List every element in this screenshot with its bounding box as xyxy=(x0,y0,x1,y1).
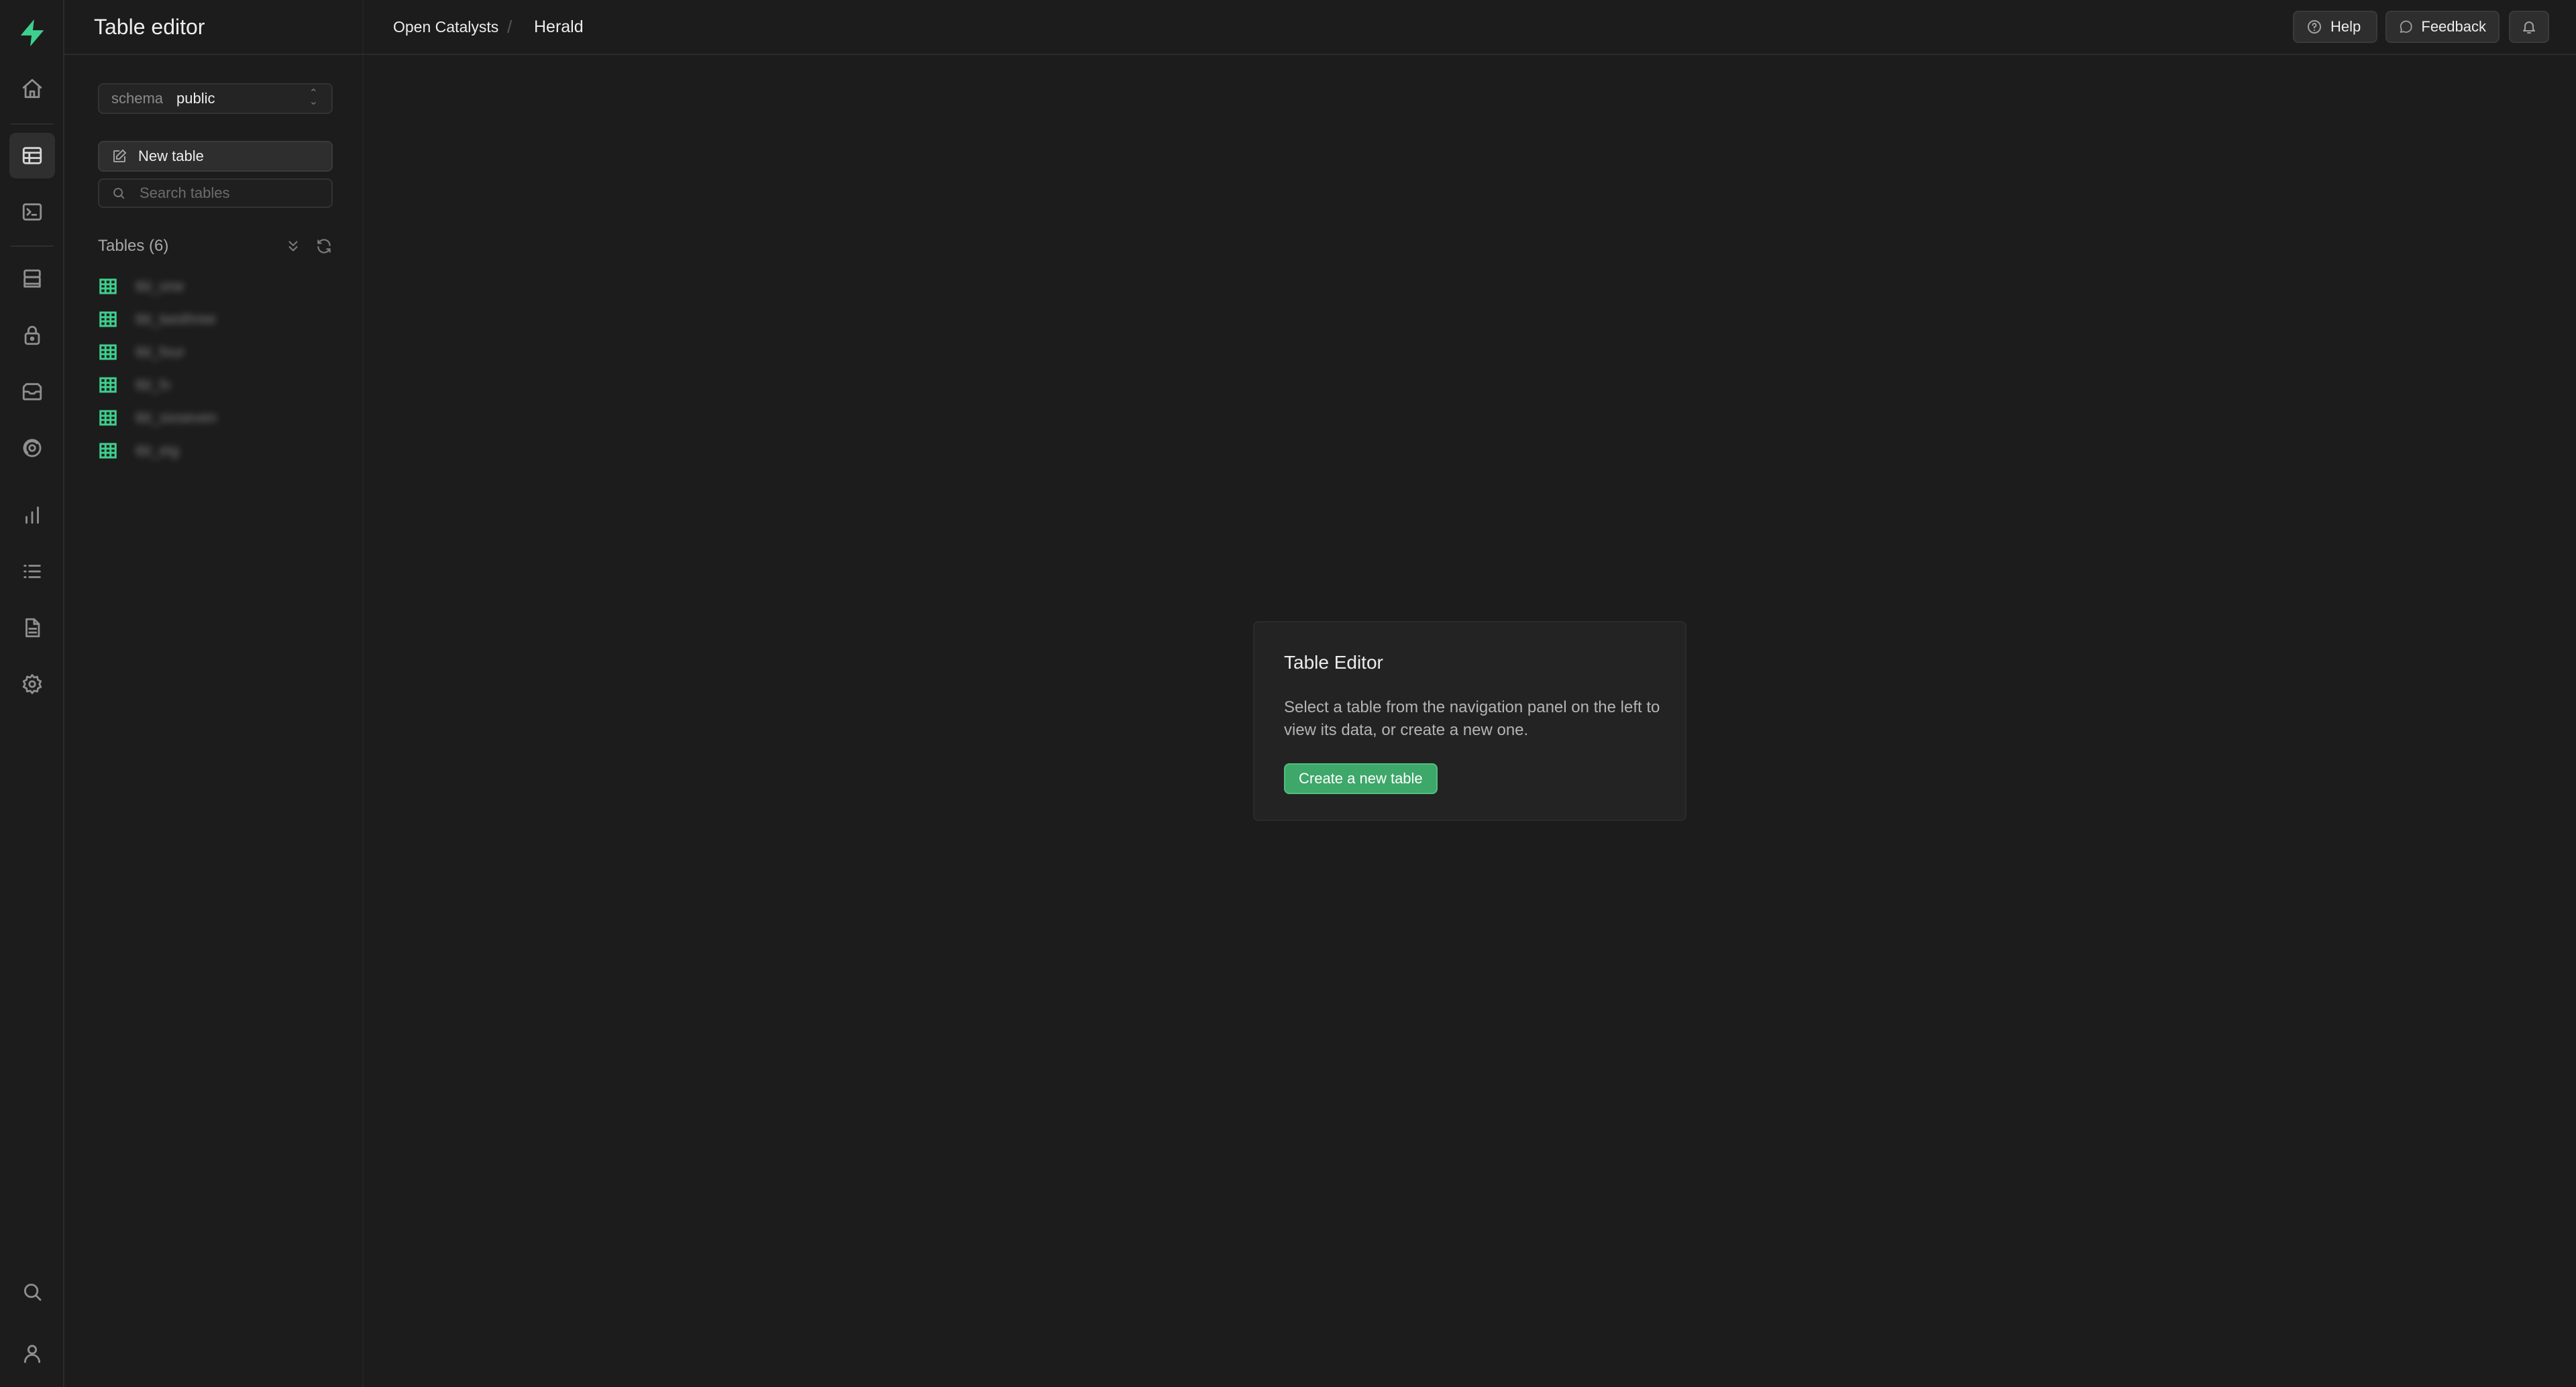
table-list-item[interactable]: tbl_fv xyxy=(98,368,333,401)
create-new-table-button[interactable]: Create a new table xyxy=(1284,763,1438,794)
empty-state-title: Table Editor xyxy=(1284,652,1383,673)
schema-selector[interactable]: schema public ⌃ ⌄ xyxy=(98,83,333,114)
top-bar: Open Catalysts / Herald Help Feedback xyxy=(364,0,2576,55)
breadcrumb-org[interactable]: Open Catalysts xyxy=(393,16,498,38)
storage-icon[interactable] xyxy=(9,369,55,414)
bell-icon xyxy=(2523,21,2535,34)
collapse-all-icon[interactable] xyxy=(284,237,302,255)
rail-divider xyxy=(11,245,54,247)
supabase-logo-icon[interactable] xyxy=(15,15,50,51)
table-icon xyxy=(99,410,117,425)
help-circle-icon xyxy=(2308,20,2321,34)
table-name: tbl_eig xyxy=(136,441,179,459)
search-tables-field[interactable] xyxy=(98,178,333,208)
search-icon[interactable] xyxy=(9,1269,55,1315)
tables-heading: Tables (6) xyxy=(98,237,169,255)
table-name: tbl_sixseven xyxy=(136,408,217,426)
table-icon xyxy=(99,344,117,359)
page-title: Table editor xyxy=(94,15,205,39)
breadcrumb-project[interactable]: Herald xyxy=(534,16,584,38)
app-root: Table editor schema public ⌃ ⌄ New table … xyxy=(0,0,2576,1387)
schema-value: public xyxy=(176,90,215,107)
reports-icon[interactable] xyxy=(9,492,55,538)
table-icon xyxy=(99,443,117,458)
feedback-button[interactable]: Feedback xyxy=(2385,11,2500,43)
logs-icon[interactable] xyxy=(9,549,55,594)
table-name: tbl_one xyxy=(136,277,184,294)
message-circle-icon xyxy=(2400,20,2412,33)
auth-lock-icon[interactable] xyxy=(9,313,55,358)
icon-rail xyxy=(0,0,64,1387)
table-name: tbl_four xyxy=(136,343,185,360)
table-icon xyxy=(99,377,117,392)
settings-icon[interactable] xyxy=(9,661,55,707)
table-name: tbl_twothree xyxy=(136,310,216,327)
table-editor-empty-state: Table Editor Select a table from the nav… xyxy=(1253,621,1686,821)
table-list-item[interactable]: tbl_eig xyxy=(98,434,333,467)
breadcrumb-separator: / xyxy=(507,17,513,37)
table-name: tbl_fv xyxy=(136,376,171,393)
rail-divider xyxy=(11,123,54,125)
table-icon xyxy=(99,278,117,294)
search-tables-input[interactable] xyxy=(140,184,314,202)
table-list-item[interactable]: tbl_twothree xyxy=(98,302,333,335)
new-table-label: New table xyxy=(138,148,204,164)
help-label: Help xyxy=(2330,18,2361,35)
new-table-button[interactable]: New table xyxy=(98,141,333,172)
empty-state-description: Select a table from the navigation panel… xyxy=(1284,698,1660,739)
sidebar-header: Table editor xyxy=(64,0,364,55)
table-editor-icon[interactable] xyxy=(9,133,55,178)
schema-label: schema xyxy=(111,90,164,107)
search-icon xyxy=(113,188,125,199)
table-editor-sidebar: Table editor schema public ⌃ ⌄ New table … xyxy=(64,0,364,1387)
edit-icon xyxy=(113,149,127,162)
chevron-up-down-icon: ⌃ ⌄ xyxy=(309,88,318,107)
notifications-button[interactable] xyxy=(2509,11,2549,43)
tables-list: tbl_one tbl_twothree tbl_four tbl_fv tbl_six… xyxy=(98,270,333,467)
sql-editor-icon[interactable] xyxy=(9,189,55,235)
realtime-icon[interactable] xyxy=(9,425,55,471)
help-button[interactable]: Help xyxy=(2293,11,2377,43)
home-icon[interactable] xyxy=(9,66,55,111)
refresh-icon[interactable] xyxy=(315,237,333,255)
user-icon[interactable] xyxy=(9,1331,55,1376)
table-list-item[interactable]: tbl_sixseven xyxy=(98,401,333,434)
table-icon xyxy=(99,311,117,327)
table-list-item[interactable]: tbl_one xyxy=(98,270,333,302)
tables-section-header: Tables (6) xyxy=(98,235,333,258)
feedback-label: Feedback xyxy=(2421,18,2486,35)
docs-icon[interactable] xyxy=(9,605,55,651)
database-icon[interactable] xyxy=(9,256,55,302)
table-list-item[interactable]: tbl_four xyxy=(98,335,333,368)
